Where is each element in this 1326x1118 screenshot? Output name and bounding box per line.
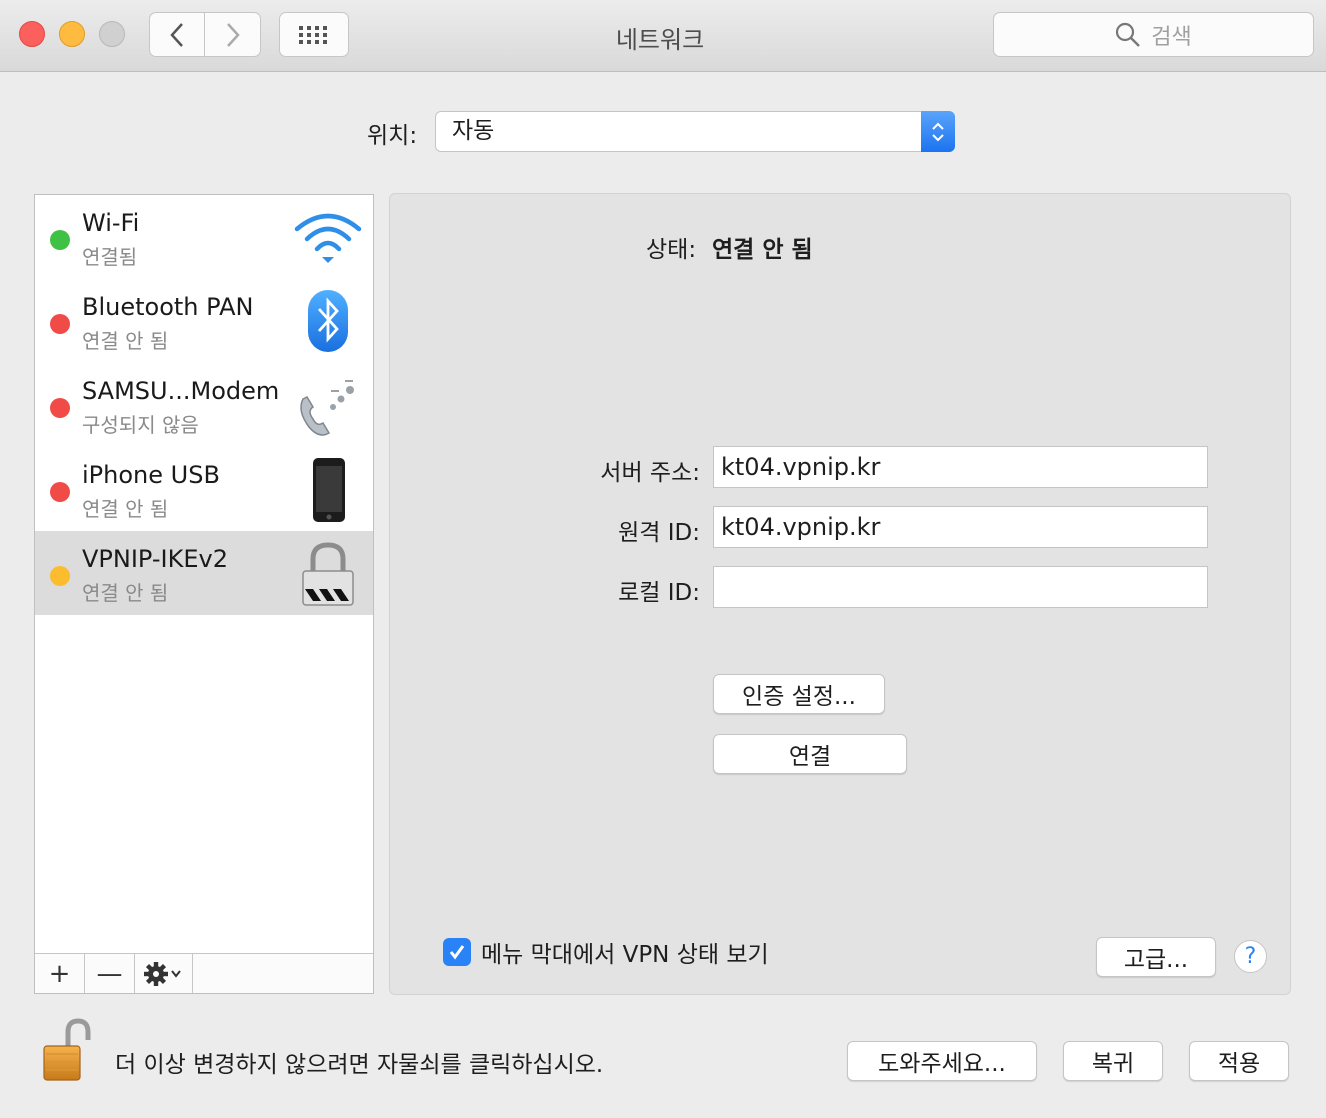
service-item-vpnip-ikev2[interactable]: VPNIP-IKEv2 연결 안 됨 <box>35 531 373 615</box>
service-name: SAMSU...Modem <box>82 377 280 405</box>
gear-icon <box>143 961 181 986</box>
service-list-toolbar: + — <box>35 953 373 993</box>
service-status: 연결 안 됨 <box>82 581 169 605</box>
service-actions-button[interactable] <box>135 954 193 993</box>
close-window-button[interactable] <box>19 21 45 47</box>
location-value: 자동 <box>452 118 495 144</box>
status-label: 상태: <box>646 237 697 263</box>
local-id-label: 로컬 ID: <box>618 580 700 606</box>
grid-icon <box>299 25 327 44</box>
show-vpn-status-row[interactable]: 메뉴 막대에서 VPN 상태 보기 <box>443 935 769 969</box>
status-dot <box>50 398 70 418</box>
checkmark-icon <box>449 945 465 960</box>
help-button[interactable]: ? <box>1234 940 1267 973</box>
assist-me-button[interactable]: 도와주세요... <box>847 1041 1037 1081</box>
service-item-iphone-usb[interactable]: iPhone USB 연결 안 됨 <box>35 447 373 531</box>
search-icon <box>1116 22 1141 47</box>
status-dot <box>50 566 70 586</box>
service-status: 구성되지 않음 <box>82 413 199 437</box>
advanced-button[interactable]: 고급... <box>1096 937 1216 977</box>
local-id-field[interactable] <box>713 566 1208 608</box>
chevron-right-icon <box>226 22 240 47</box>
revert-button[interactable]: 복귀 <box>1063 1041 1163 1081</box>
wifi-icon <box>294 213 362 263</box>
service-name: VPNIP-IKEv2 <box>82 545 228 573</box>
service-list: Wi-Fi 연결됨 Bluetooth PAN 연결 안 됨 SAMSU...M… <box>34 194 374 994</box>
search-placeholder: 검색 <box>1151 24 1192 50</box>
show-all-button[interactable] <box>279 12 349 57</box>
service-name: Wi-Fi <box>82 209 140 237</box>
service-item-wifi[interactable]: Wi-Fi 연결됨 <box>35 195 373 279</box>
service-status: 연결됨 <box>82 245 138 269</box>
status-dot <box>50 230 70 250</box>
lock-message: 더 이상 변경하지 않으려면 자물쇠를 클릭하십시오. <box>115 1052 604 1078</box>
connect-button[interactable]: 연결 <box>713 734 907 774</box>
search-field[interactable]: 검색 <box>993 12 1314 57</box>
remote-id-field[interactable]: kt04.vpnip.kr <box>713 506 1208 548</box>
padlock-open-icon[interactable] <box>40 1018 94 1084</box>
show-vpn-status-checkbox[interactable] <box>443 938 471 966</box>
location-label: 위치: <box>367 123 418 149</box>
status-dot <box>50 314 70 334</box>
bluetooth-icon <box>308 290 348 352</box>
chevron-left-icon <box>170 22 183 47</box>
status-value: 연결 안 됨 <box>712 237 813 263</box>
add-service-button[interactable]: + <box>35 954 85 993</box>
vpn-detail-panel: 상태: 연결 안 됨 서버 주소: kt04.vpnip.kr 원격 ID: k… <box>389 193 1291 995</box>
status-dot <box>50 482 70 502</box>
back-button[interactable] <box>149 12 205 57</box>
forward-button[interactable] <box>205 12 261 57</box>
server-address-label: 서버 주소: <box>600 460 700 486</box>
window-title: 네트워크 <box>615 26 705 54</box>
service-item-modem[interactable]: SAMSU...Modem 구성되지 않음 <box>35 363 373 447</box>
service-status: 연결 안 됨 <box>82 329 169 353</box>
service-status: 연결 안 됨 <box>82 497 169 521</box>
remove-service-button[interactable]: — <box>85 954 135 993</box>
service-name: iPhone USB <box>82 461 220 489</box>
apply-button[interactable]: 적용 <box>1189 1041 1289 1081</box>
show-vpn-status-label: 메뉴 막대에서 VPN 상태 보기 <box>481 942 769 968</box>
server-address-field[interactable]: kt04.vpnip.kr <box>713 446 1208 488</box>
title-bar: 네트워크 검색 <box>0 0 1326 72</box>
updown-chevron-icon <box>921 111 955 152</box>
iphone-icon <box>313 458 345 522</box>
vpn-lock-icon <box>302 542 354 606</box>
service-item-bluetooth-pan[interactable]: Bluetooth PAN 연결 안 됨 <box>35 279 373 363</box>
location-select[interactable]: 자동 <box>435 111 955 152</box>
zoom-window-button[interactable] <box>99 21 125 47</box>
remote-id-label: 원격 ID: <box>618 520 700 546</box>
auth-settings-button[interactable]: 인증 설정... <box>713 674 885 714</box>
minimize-window-button[interactable] <box>59 21 85 47</box>
service-name: Bluetooth PAN <box>82 293 254 321</box>
modem-phone-icon <box>300 380 354 436</box>
